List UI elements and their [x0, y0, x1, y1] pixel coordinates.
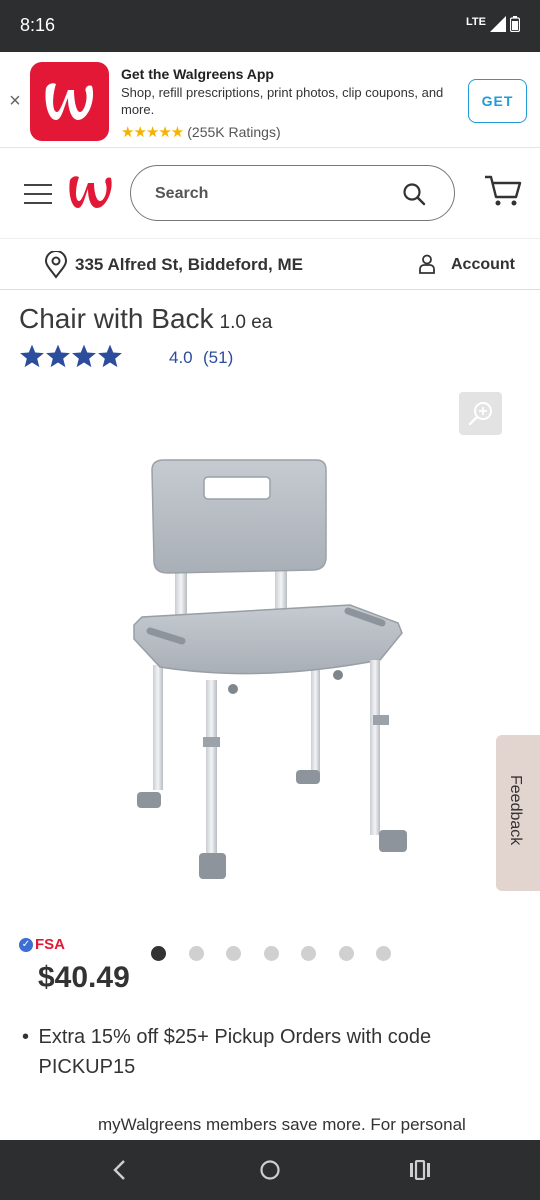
carousel-dot[interactable]	[188, 946, 204, 961]
carousel-dot[interactable]	[301, 946, 316, 961]
carousel-dot[interactable]	[151, 946, 166, 961]
back-icon[interactable]	[110, 1158, 130, 1182]
banner-title: Get the Walgreens App	[121, 66, 274, 82]
store-location-bar: 335 Alfred St, Biddeford, ME Account	[0, 238, 540, 290]
promo-text: Extra 15% off $25+ Pickup Orders with co…	[38, 1026, 432, 1078]
store-address[interactable]: 335 Alfred St, Biddeford, ME	[75, 255, 303, 275]
members-savings-text: myWalgreens members save more. For perso…	[98, 1115, 466, 1134]
fsa-badge: ✓ FSA	[19, 936, 65, 953]
zoom-in-icon	[468, 401, 492, 425]
app-install-banner: × Get the Walgreens App Shop, refill pre…	[0, 52, 540, 148]
bullet: •	[22, 1026, 30, 1048]
carousel-dot[interactable]	[226, 946, 241, 961]
product-image[interactable]	[120, 445, 420, 890]
search-placeholder: Search	[155, 185, 209, 202]
hamburger-menu-icon[interactable]	[24, 184, 52, 204]
battery-icon	[510, 16, 520, 32]
network-type: LTE	[466, 16, 486, 28]
location-pin-icon[interactable]	[44, 251, 68, 279]
feedback-label: Feedback	[507, 775, 524, 846]
product-price: $40.49	[38, 961, 130, 994]
get-app-button[interactable]: GET	[468, 79, 527, 123]
walgreens-app-logo	[30, 62, 109, 141]
status-icons: LTE	[466, 16, 520, 32]
close-banner-icon[interactable]: ×	[6, 90, 24, 113]
product-name: Chair with Back	[19, 303, 214, 334]
checkmark-icon: ✓	[19, 937, 33, 952]
banner-description: Shop, refill prescriptions, print photos…	[121, 85, 444, 117]
promo-offer: • Extra 15% off $25+ Pickup Orders with …	[22, 1022, 492, 1082]
zoom-button[interactable]	[459, 392, 502, 435]
carousel-dot[interactable]	[376, 946, 391, 961]
review-count[interactable]: (51)	[203, 348, 233, 368]
home-icon[interactable]	[259, 1159, 281, 1181]
star-icon	[20, 344, 44, 368]
cart-icon[interactable]	[484, 174, 522, 208]
walgreens-logo[interactable]	[66, 172, 118, 219]
carousel-dot[interactable]	[338, 946, 354, 961]
banner-rating: ★★★★★ (255K Ratings)	[121, 123, 281, 141]
recents-icon[interactable]	[409, 1160, 431, 1180]
account-link[interactable]: Account	[451, 256, 515, 274]
product-title: Chair with Back 1.0 ea	[19, 303, 272, 335]
image-carousel-dots	[151, 946, 391, 961]
account-icon[interactable]	[418, 254, 436, 274]
star-icon	[98, 344, 122, 368]
search-icon[interactable]	[402, 182, 426, 206]
site-header: Search	[0, 148, 540, 238]
rating-stars[interactable]	[19, 343, 123, 369]
fsa-label: FSA	[35, 936, 65, 953]
search-input[interactable]: Search	[130, 165, 455, 221]
star-icon	[72, 344, 96, 368]
feedback-tab[interactable]: Feedback	[496, 735, 540, 891]
system-nav-bar	[0, 1140, 540, 1200]
carousel-dot[interactable]	[263, 946, 279, 961]
banner-ratings-count: (255K Ratings)	[187, 124, 281, 140]
status-bar: 8:16 LTE	[0, 0, 540, 52]
signal-icon	[490, 16, 506, 32]
rating-value[interactable]: 4.0	[169, 348, 193, 368]
star-icon	[46, 344, 70, 368]
product-size: 1.0 ea	[219, 312, 273, 333]
banner-stars: ★★★★★	[121, 124, 184, 141]
status-time: 8:16	[20, 15, 56, 35]
